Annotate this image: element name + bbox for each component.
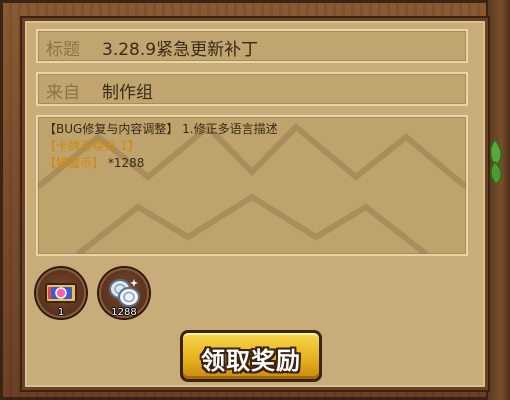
currency-amount: *1288 <box>107 156 145 170</box>
side-rail <box>486 0 510 400</box>
claim-button-label: 领取奖励 <box>201 347 301 375</box>
claim-rewards-button[interactable]: 领取奖励 <box>180 330 322 382</box>
mail-body-line: 【猎魔币】 *1288 <box>44 155 144 171</box>
mail-body[interactable]: 【BUG修复与内容调整】 1.修正多语言描述 【卡牌召唤券 1】 【猎魔币】 *… <box>36 115 468 256</box>
mail-title: 3.28.9紧急更新补丁 <box>102 40 259 60</box>
reward-count: 1 <box>57 307 65 318</box>
sender-label: 来自 <box>46 83 80 103</box>
reward-count: 1288 <box>111 307 137 318</box>
title-label: 标题 <box>46 40 80 60</box>
silver-coins-icon <box>109 279 140 307</box>
reward-slot[interactable]: 1 <box>36 268 86 318</box>
mail-body-line: 【卡牌召唤券 1】 <box>44 139 140 153</box>
title-row: 标题 3.28.9紧急更新补丁 <box>36 29 468 63</box>
sender-row: 来自 制作组 <box>36 72 468 106</box>
currency-tag: 【猎魔币】 <box>44 156 105 170</box>
reward-slot[interactable]: 1288 <box>99 268 149 318</box>
card-summon-ticket-icon <box>45 283 77 303</box>
mail-sender: 制作组 <box>102 83 153 103</box>
mail-body-line: 【BUG修复与内容调整】 1.修正多语言描述 <box>44 122 278 136</box>
